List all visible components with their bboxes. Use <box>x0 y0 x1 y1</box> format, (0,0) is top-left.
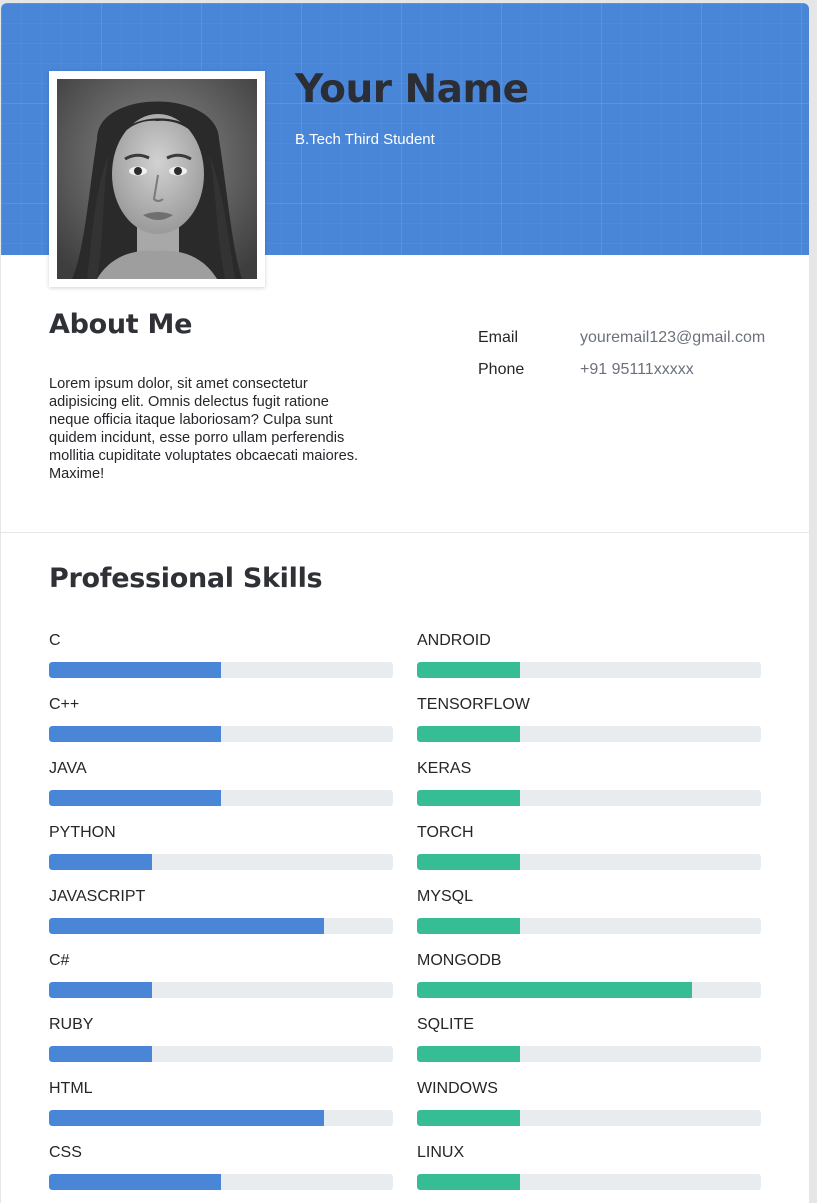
skill-label: WINDOWS <box>417 1080 498 1097</box>
person-subtitle: B.Tech Third Student <box>295 131 435 148</box>
skill-bar-fill <box>417 662 521 678</box>
phone-label: Phone <box>478 361 525 378</box>
skill-bar-fill <box>417 854 521 870</box>
skill-bar-fill <box>49 854 153 870</box>
skill-bar-track <box>417 662 761 678</box>
skill-label: TENSORFLOW <box>417 696 530 713</box>
about-text: Lorem ipsum dolor, sit amet consectetur … <box>49 376 359 482</box>
skill-bar-track <box>49 790 393 806</box>
skill-bar-fill <box>417 982 693 998</box>
skill-item: RUBY <box>49 1016 393 1080</box>
skill-item: MYSQL <box>417 888 761 952</box>
skill-item: C++ <box>49 696 393 760</box>
skill-bar-track <box>417 790 761 806</box>
section-divider <box>1 532 809 533</box>
skill-bar-track <box>49 726 393 742</box>
skills-title: Professional Skills <box>49 563 323 594</box>
email-value: youremail123@gmail.com <box>580 329 766 346</box>
about-title: About Me <box>49 309 193 340</box>
skill-label: TORCH <box>417 824 474 841</box>
skill-label: C <box>49 632 61 649</box>
skill-label: JAVASCRIPT <box>49 888 146 905</box>
skill-bar-fill <box>49 1174 221 1190</box>
skill-label: ANDROID <box>417 632 491 649</box>
skill-item: TORCH <box>417 824 761 888</box>
skill-item: WINDOWS <box>417 1080 761 1144</box>
portrait-image <box>57 79 257 279</box>
skill-item: C <box>49 632 393 696</box>
skill-bar-fill <box>49 918 325 934</box>
skill-item: JAVASCRIPT <box>49 888 393 952</box>
skill-label: C++ <box>49 696 80 713</box>
skill-bar-track <box>49 662 393 678</box>
skill-item: ANDROID <box>417 632 761 696</box>
profile-photo-frame <box>49 71 265 287</box>
skill-label: LINUX <box>417 1144 465 1161</box>
skill-bar-track <box>417 726 761 742</box>
skill-bar-fill <box>417 790 521 806</box>
contact-info: Email youremail123@gmail.com Phone +91 9… <box>478 329 788 393</box>
contact-row-phone: Phone +91 95111xxxxx <box>478 361 788 393</box>
skills-right-column: ANDROID TENSORFLOW KERAS TORCH MYSQL MON… <box>417 632 761 1203</box>
skill-bar-fill <box>49 662 221 678</box>
skill-label: SQLITE <box>417 1016 474 1033</box>
skill-item: HTML <box>49 1080 393 1144</box>
profile-photo <box>57 79 257 279</box>
skill-item: JAVA <box>49 760 393 824</box>
phone-value: +91 95111xxxxx <box>580 361 694 378</box>
skill-item: PYTHON <box>49 824 393 888</box>
skill-bar-track <box>49 982 393 998</box>
skill-bar-fill <box>49 790 221 806</box>
skill-bar-track <box>49 1046 393 1062</box>
skill-label: CSS <box>49 1144 82 1161</box>
skill-label: MONGODB <box>417 952 502 969</box>
skill-bar-track <box>49 854 393 870</box>
skill-bar-fill <box>417 918 521 934</box>
skill-bar-fill <box>49 1110 325 1126</box>
skill-label: PYTHON <box>49 824 116 841</box>
skill-bar-fill <box>49 982 153 998</box>
skill-label: MYSQL <box>417 888 474 905</box>
skill-item: C# <box>49 952 393 1016</box>
skill-item: MONGODB <box>417 952 761 1016</box>
skill-bar-track <box>417 854 761 870</box>
skill-bar-track <box>417 1174 761 1190</box>
skill-bar-track <box>49 1110 393 1126</box>
skill-item: LINUX <box>417 1144 761 1203</box>
skill-bar-fill <box>417 1174 521 1190</box>
person-name: Your Name <box>295 67 529 112</box>
skill-bar-track <box>49 1174 393 1190</box>
skill-bar-track <box>49 918 393 934</box>
skill-label: JAVA <box>49 760 87 777</box>
skill-item: CSS <box>49 1144 393 1203</box>
skill-item: SQLITE <box>417 1016 761 1080</box>
skill-bar-fill <box>49 1046 153 1062</box>
skill-label: RUBY <box>49 1016 94 1033</box>
skill-item: TENSORFLOW <box>417 696 761 760</box>
skill-bar-track <box>417 982 761 998</box>
skill-label: HTML <box>49 1080 93 1097</box>
skill-bar-fill <box>49 726 221 742</box>
resume-page: Your Name B.Tech Third Student About Me … <box>1 3 809 1203</box>
email-label: Email <box>478 329 519 346</box>
skill-item: KERAS <box>417 760 761 824</box>
skill-bar-track <box>417 918 761 934</box>
skill-bar-fill <box>417 1110 521 1126</box>
skill-bar-fill <box>417 726 521 742</box>
skills-left-column: C C++ JAVA PYTHON JAVASCRIPT C# RUBY HTM… <box>49 632 393 1203</box>
skill-bar-fill <box>417 1046 521 1062</box>
skill-label: C# <box>49 952 70 969</box>
skill-bar-track <box>417 1110 761 1126</box>
skill-label: KERAS <box>417 760 472 777</box>
contact-row-email: Email youremail123@gmail.com <box>478 329 788 361</box>
skill-bar-track <box>417 1046 761 1062</box>
